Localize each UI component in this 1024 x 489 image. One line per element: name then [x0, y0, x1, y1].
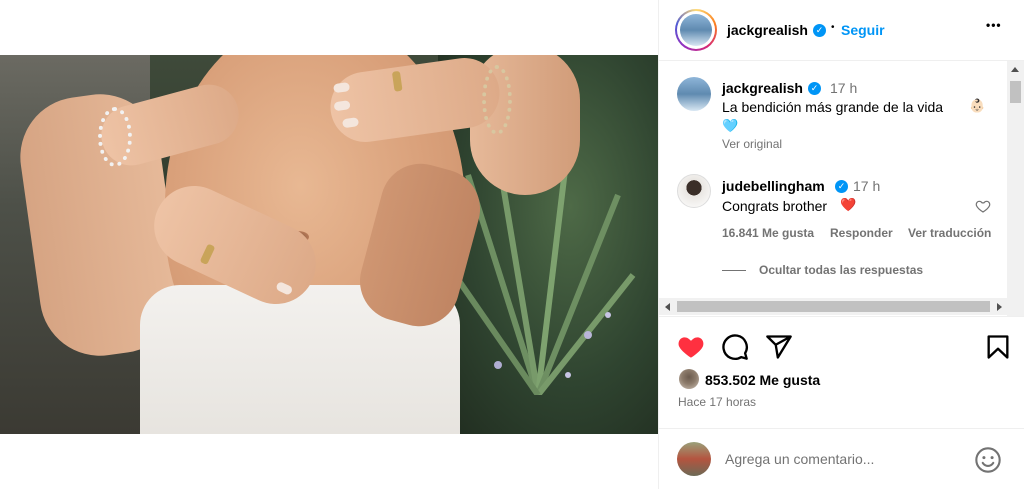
photo-nail	[275, 280, 294, 296]
see-translation-button[interactable]: Ver traducción	[908, 226, 991, 240]
comment-input[interactable]	[725, 447, 965, 471]
likes-count[interactable]: 853.502 Me gusta	[705, 372, 820, 388]
caption-text: La bendición más grande de la vida	[722, 99, 944, 115]
light-blue-heart-emoji: 🩵	[722, 118, 739, 133]
post-actions-bar	[659, 316, 1024, 376]
post-photo[interactable]	[0, 55, 658, 434]
verified-badge-icon: ✓	[813, 24, 826, 37]
caption-author-avatar[interactable]	[677, 77, 711, 111]
horizontal-scrollbar-thumb[interactable]	[677, 301, 990, 312]
photo-watch	[482, 65, 512, 135]
post-side-panel: jackgrealish ✓ • Seguir ••• jackgrealish…	[658, 0, 1024, 489]
comments-vertical-scrollbar[interactable]	[1007, 61, 1024, 316]
post-time-ago[interactable]: Hace 17 horas	[678, 395, 756, 409]
scroll-left-arrow-icon[interactable]	[665, 303, 670, 311]
replies-divider-line	[722, 270, 746, 271]
emoji-icon[interactable]	[974, 446, 1002, 474]
caption-time[interactable]: 17 h	[830, 80, 857, 96]
scrollbar-thumb[interactable]	[1010, 81, 1021, 103]
liked-by-avatar[interactable]	[679, 369, 699, 389]
comments-horizontal-scrollbar[interactable]	[659, 298, 1008, 315]
author-avatar-story-ring[interactable]	[675, 9, 717, 51]
verified-badge-icon: ✓	[808, 82, 821, 95]
scroll-right-arrow-icon[interactable]	[997, 303, 1002, 311]
comment-likes-count[interactable]: 16.841 Me gusta	[722, 226, 814, 240]
author-avatar	[680, 14, 712, 46]
reply-button[interactable]: Responder	[830, 226, 893, 240]
comment-like-heart-icon[interactable]	[975, 198, 991, 214]
caption-author-username[interactable]: jackgrealish	[722, 80, 803, 96]
baby-emoji: 👶🏻	[969, 98, 986, 113]
comment-author-avatar[interactable]	[677, 174, 711, 208]
post-media-area	[0, 0, 658, 489]
comment-author-username[interactable]: judebellingham	[722, 178, 825, 194]
photo-nail	[333, 100, 351, 112]
comment-time[interactable]: 17 h	[853, 178, 880, 194]
comment-icon[interactable]	[721, 333, 749, 361]
share-icon[interactable]	[765, 333, 793, 361]
photo-bracelet	[98, 107, 132, 167]
photo-nail	[333, 82, 351, 94]
heart-filled-icon[interactable]	[677, 333, 705, 361]
bookmark-icon[interactable]	[984, 333, 1012, 361]
photo-ring	[199, 243, 216, 266]
follow-button[interactable]: Seguir	[841, 22, 885, 38]
red-heart-emoji: ❤️	[840, 197, 857, 212]
add-comment-bar	[659, 428, 1024, 489]
scroll-up-arrow-icon[interactable]	[1011, 67, 1019, 72]
comments-list[interactable]: jackgrealish ✓ 17 h La bendición más gra…	[659, 61, 1024, 316]
verified-badge-icon: ✓	[835, 180, 848, 193]
see-original-link[interactable]: Ver original	[722, 137, 782, 151]
header-separator: •	[831, 22, 835, 33]
more-options-icon[interactable]: •••	[986, 18, 1002, 32]
post-header: jackgrealish ✓ • Seguir •••	[659, 0, 1024, 61]
hide-replies-button[interactable]: Ocultar todas las respuestas	[759, 263, 923, 277]
author-username[interactable]: jackgrealish	[727, 22, 808, 38]
current-user-avatar[interactable]	[677, 442, 711, 476]
comment-text: Congrats brother	[722, 198, 828, 214]
avatar-inner	[677, 11, 715, 49]
photo-nail	[341, 117, 360, 129]
photo-ring	[391, 70, 403, 92]
